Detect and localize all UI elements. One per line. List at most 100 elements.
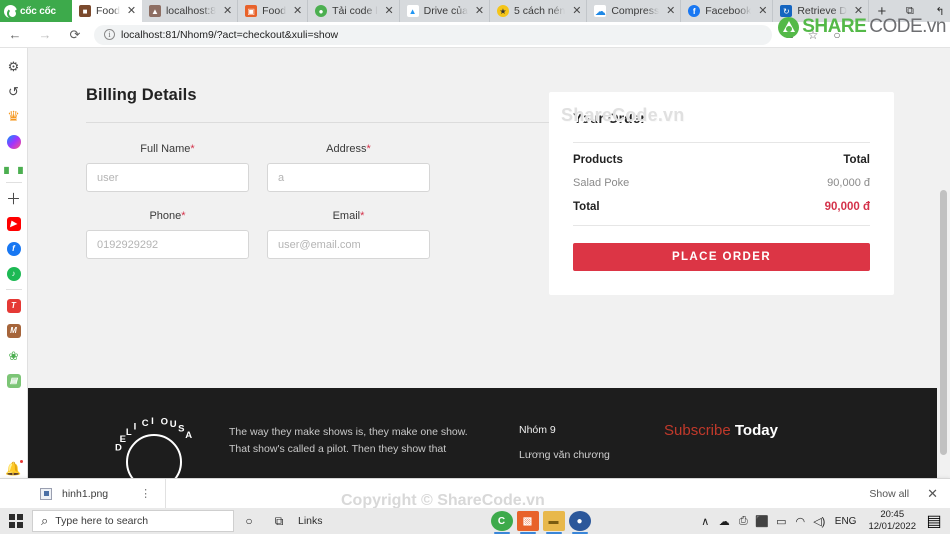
total-header: Total [843, 154, 870, 166]
tab-close-icon[interactable]: ✕ [570, 5, 583, 18]
email-label: Email* [267, 206, 430, 230]
profile-avatar[interactable]: ○ [826, 24, 848, 46]
tab-compress[interactable]: ☁ Compress ✕ [587, 0, 682, 22]
add-icon[interactable]: ＋ [1, 186, 27, 211]
volume-icon[interactable]: ◁) [810, 508, 829, 534]
search-icon: ⌕ [41, 513, 49, 528]
language-indicator[interactable]: ENG [829, 516, 863, 527]
today-word: Today [734, 422, 778, 439]
extension-icon-1[interactable] [850, 24, 872, 46]
tab-close-icon[interactable]: ✕ [473, 5, 486, 18]
facebook-icon[interactable]: f [1, 236, 27, 261]
battery-icon[interactable]: ▭ [772, 508, 791, 534]
onedrive-icon[interactable]: ☁ [715, 508, 734, 534]
address-input[interactable] [267, 163, 430, 192]
forward-button[interactable]: → [30, 22, 60, 48]
tab-label: Drive của [423, 5, 468, 17]
email-input[interactable] [267, 230, 430, 259]
start-button[interactable] [0, 508, 32, 534]
extension-icon-2[interactable] [874, 24, 896, 46]
history-icon[interactable]: ↺ [1, 79, 27, 104]
tiki-icon[interactable]: M [1, 318, 27, 343]
page-scrollbar[interactable] [937, 48, 950, 508]
editor-taskbar-icon[interactable]: ▧ [516, 511, 539, 534]
messenger-icon[interactable] [1, 129, 27, 154]
tennis-icon[interactable]: ❀ [1, 343, 27, 368]
tab-drive[interactable]: ▲ Drive của ✕ [399, 0, 490, 22]
tab-close-icon[interactable]: ✕ [664, 5, 677, 18]
app-taskbar-icon[interactable]: ● [568, 511, 591, 534]
game-controller-icon[interactable]: ▖▗ [1, 154, 27, 179]
wifi-icon[interactable]: ◠ [791, 508, 810, 534]
address-bar-url: localhost:81/Nhom9/?act=checkout&xuli=sh… [121, 28, 339, 41]
close-downloads-bar-icon[interactable]: ✕ [927, 486, 938, 502]
tab-5-cach-nen[interactable]: ★ 5 cách nén ✕ [489, 0, 588, 22]
billing-title: Billing Details [86, 86, 197, 104]
download-item[interactable]: hinh1.png ⋮ [28, 478, 167, 509]
back-button[interactable]: ← [0, 22, 30, 48]
site-info-icon[interactable]: i [104, 29, 115, 40]
facebook-favicon: f [688, 5, 701, 17]
tet-app-icon[interactable]: T [1, 293, 27, 318]
required-marker: * [181, 210, 186, 222]
tab-tai-code[interactable]: ● Tải code l ✕ [308, 0, 400, 22]
tab-close-icon[interactable]: ✕ [756, 5, 769, 18]
cortana-icon[interactable]: ○ [234, 508, 264, 534]
phone-input[interactable] [86, 230, 249, 259]
usb-icon[interactable]: ⬛ [753, 508, 772, 534]
restore-session-icon[interactable]: ↰ [925, 0, 950, 22]
taskbar-clock[interactable]: 20:45 12/01/2022 [862, 509, 922, 533]
system-tray: ∧ ☁ ⎙ ⬛ ▭ ◠ ◁) ENG 20:45 12/01/2022 ▤ [696, 508, 950, 534]
tab-facebook[interactable]: f Facebook ✕ [681, 0, 774, 22]
order-table-header: Products Total [573, 143, 870, 166]
png-file-icon [40, 487, 52, 500]
place-order-button[interactable]: PLACE ORDER [573, 243, 870, 271]
bookmark-star-icon[interactable]: ☆ [802, 24, 824, 46]
tab-close-icon[interactable]: ✕ [221, 5, 234, 18]
extension-icon-3[interactable] [898, 24, 920, 46]
show-all-downloads-link[interactable]: Show all [869, 488, 909, 500]
tab-close-icon[interactable]: ✕ [383, 5, 396, 18]
taskbar-search-box[interactable]: ⌕ Type here to search [32, 510, 234, 532]
tab-label: Tải code l [332, 5, 378, 17]
download-menu-icon[interactable]: ⋮ [140, 487, 151, 500]
menu-icon[interactable] [922, 24, 944, 46]
page-scrollbar-thumb[interactable] [940, 190, 947, 455]
coccoc-brand-label: cốc cốc [20, 5, 56, 17]
phone-label: Phone* [86, 206, 249, 230]
crown-icon[interactable]: ♛ [1, 104, 27, 129]
youtube-icon[interactable]: ▶ [1, 211, 27, 236]
links-toolbar-label[interactable]: Links [294, 515, 333, 527]
full-name-input[interactable] [86, 163, 249, 192]
translate-icon[interactable]: ⧉ [778, 24, 800, 46]
show-hidden-icons-chevron[interactable]: ∧ [696, 508, 715, 534]
shop-icon[interactable]: ▤ [1, 368, 27, 393]
clock-time: 20:45 [880, 509, 905, 520]
screenshot-icon[interactable]: ⧉ [895, 0, 925, 22]
coccoc-taskbar-icon[interactable]: C [490, 511, 513, 534]
reload-button[interactable]: ⟳ [60, 22, 90, 48]
settings-icon[interactable]: ⚙ [1, 54, 27, 79]
tab-localhost[interactable]: ▲ localhost:8 ✕ [141, 0, 239, 22]
required-marker: * [366, 143, 371, 155]
folder-taskbar-icon[interactable]: ▬ [542, 511, 565, 534]
footer-nav-link[interactable]: Lương văn chương [519, 449, 664, 461]
coccoc-brand[interactable]: cốc cốc [0, 0, 72, 22]
tab-close-icon[interactable]: ✕ [852, 5, 865, 18]
tab-label: Compress [611, 5, 660, 17]
new-tab-button[interactable]: + [869, 0, 895, 22]
tab-close-icon[interactable]: ✕ [291, 5, 304, 18]
sidebar-divider [5, 182, 22, 183]
tab-retrieve[interactable]: ↻ Retrieve D ✕ [773, 0, 869, 22]
address-bar[interactable]: i localhost:81/Nhom9/?act=checkout&xuli=… [94, 24, 772, 45]
action-center-icon[interactable]: ▤ [922, 508, 946, 534]
task-view-icon[interactable]: ⧉ [264, 508, 294, 534]
spotify-icon[interactable]: ♪ [1, 261, 27, 286]
order-summary-column: Your Order Products Total Salad Poke 90,… [549, 86, 894, 295]
tab-food-1[interactable]: ■ Food ✕ [72, 0, 142, 22]
cloud-favicon: ☁ [594, 5, 607, 17]
printer-icon[interactable]: ⎙ [734, 508, 753, 534]
tab-food-2[interactable]: ▣ Food ✕ [238, 0, 309, 22]
tab-close-icon[interactable]: ✕ [125, 5, 138, 18]
full-name-label: Full Name* [86, 139, 249, 163]
